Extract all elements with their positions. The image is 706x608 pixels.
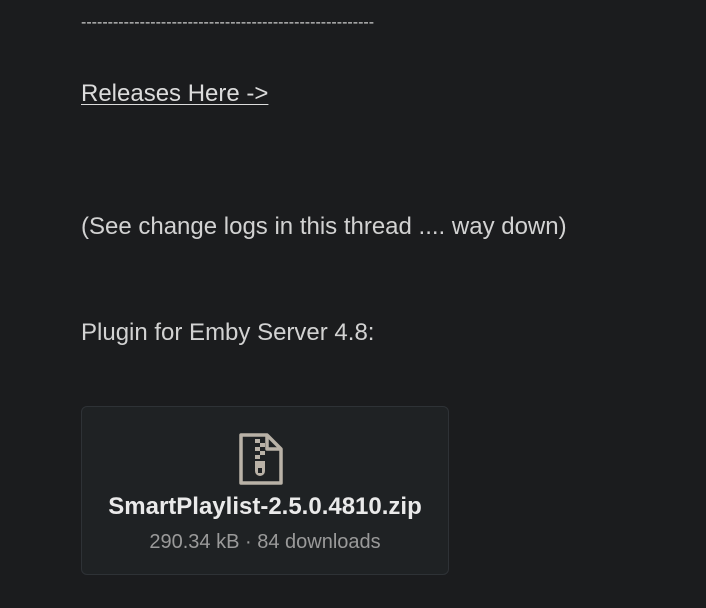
releases-link[interactable]: Releases Here ->	[81, 80, 268, 108]
changelog-note: (See change logs in this thread .... way…	[81, 213, 567, 240]
zip-file-icon	[237, 433, 285, 485]
divider-line: ----------------------------------------…	[81, 14, 375, 31]
plugin-label: Plugin for Emby Server 4.8:	[81, 319, 375, 346]
file-name: SmartPlaylist-2.5.0.4810.zip	[108, 493, 422, 520]
file-meta: 290.34 kB · 84 downloads	[149, 531, 381, 553]
attachment-card[interactable]: SmartPlaylist-2.5.0.4810.zip 290.34 kB ·…	[81, 406, 449, 575]
